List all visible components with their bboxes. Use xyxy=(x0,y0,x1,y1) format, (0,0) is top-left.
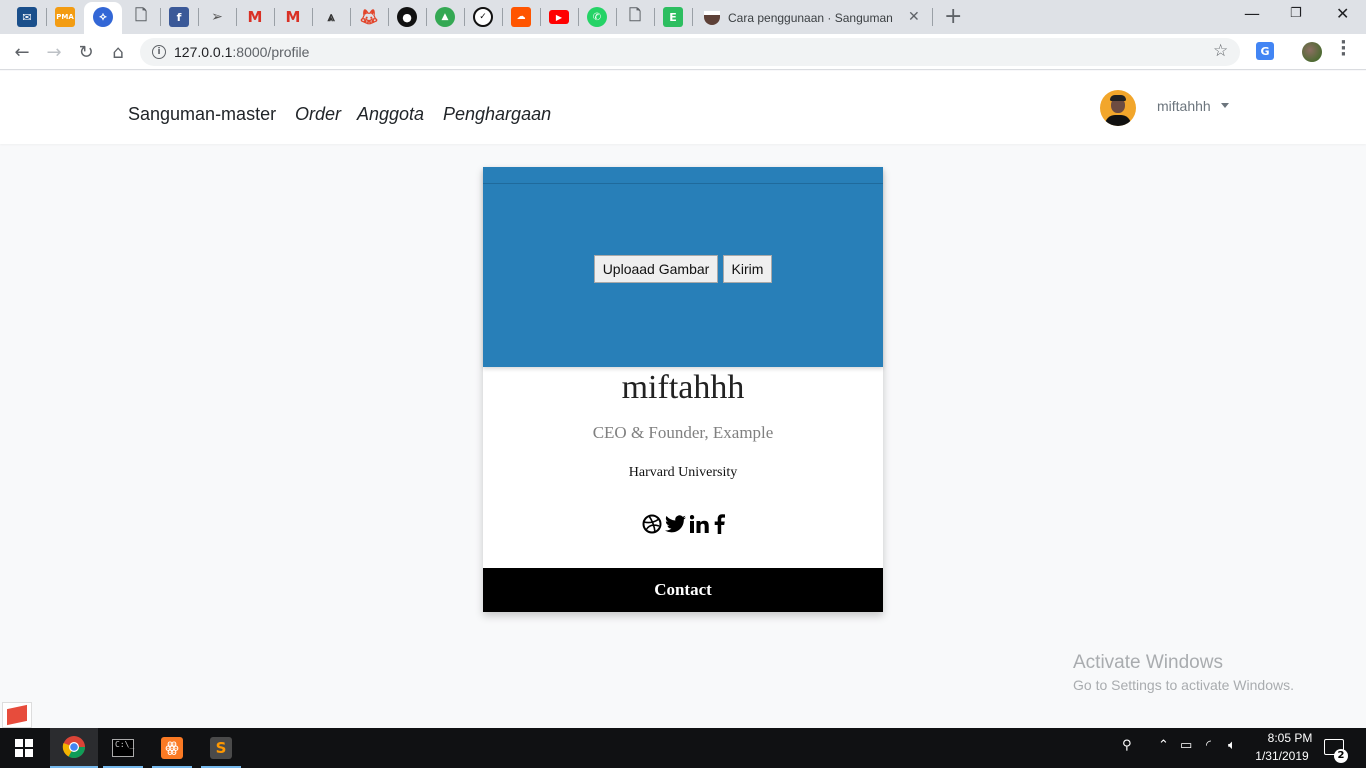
github-icon[interactable]: ● xyxy=(397,7,417,27)
profile-card: Uploaad Gambar Kirim miftahhh CEO & Foun… xyxy=(483,167,883,612)
close-icon[interactable]: ✕ xyxy=(908,9,920,25)
windows-taskbar: C:\_ ꙮ S ⚲ ⌃ ▭ ◜ 🔈︎ 8:05 PM 1/31/2019 2 xyxy=(0,728,1366,768)
facebook-icon[interactable] xyxy=(712,513,726,535)
clock-date[interactable]: 1/31/2019 xyxy=(1250,749,1314,763)
restore-icon[interactable]: ❐ xyxy=(1290,6,1302,21)
whatsapp-icon[interactable]: ✆ xyxy=(587,7,607,27)
chevron-up-icon[interactable]: ⌃ xyxy=(1158,738,1169,753)
sublime-icon[interactable]: S xyxy=(197,728,245,768)
browser-toolbar: ← → ↻ ⌂ i 127.0.0.1:8000/profile ☆ G · · · xyxy=(0,34,1366,70)
social-links xyxy=(641,513,731,537)
tab-cara-penggunaan[interactable]: Cara penggunaan · Sanguman ✕ xyxy=(694,2,932,34)
volume-icon[interactable]: 🔈︎ xyxy=(1228,738,1236,753)
notification-count: 2 xyxy=(1334,749,1348,763)
new-tab-button[interactable]: + xyxy=(944,4,962,29)
user-dropdown[interactable]: miftahhh xyxy=(1157,98,1211,114)
doc-icon[interactable]: 🗋 xyxy=(625,6,645,27)
browser-profile-icon[interactable] xyxy=(1302,42,1322,62)
timer-icon[interactable]: ✓ xyxy=(473,7,493,27)
bookmark-star-icon[interactable]: ☆ xyxy=(1213,41,1228,61)
battery-icon[interactable]: ▭ xyxy=(1180,738,1192,753)
youtube-icon[interactable]: ▶ xyxy=(549,10,569,24)
close-window-icon[interactable]: ✕ xyxy=(1336,4,1349,23)
gitlab-icon[interactable]: 🦊︎ xyxy=(359,7,379,27)
nav-link-order[interactable]: Order xyxy=(295,104,341,125)
url-text: 127.0.0.1:8000/profile xyxy=(174,44,310,60)
nav-link-penghargaan[interactable]: Penghargaan xyxy=(443,104,551,125)
facebook-icon[interactable]: f xyxy=(169,7,189,27)
profile-name: miftahhh xyxy=(621,369,745,406)
altair-icon[interactable]: ⩓ xyxy=(321,7,341,27)
caret-down-icon[interactable] xyxy=(1221,103,1229,108)
send-icon[interactable]: ➢ xyxy=(207,7,227,27)
site-navbar: Sanguman-master Order Anggota Penghargaa… xyxy=(0,71,1366,144)
chromium-icon[interactable]: ⟡ xyxy=(93,7,113,27)
laravel-debug-icon[interactable] xyxy=(2,702,32,728)
wifi-icon[interactable]: ◜ xyxy=(1206,738,1211,753)
evernote-icon[interactable]: E xyxy=(663,7,683,27)
clock-time[interactable]: 8:05 PM xyxy=(1258,731,1322,745)
windows-start-icon[interactable] xyxy=(0,728,48,768)
linkedin-icon[interactable] xyxy=(688,513,710,535)
phpmyadmin-icon[interactable]: PMA xyxy=(55,7,75,27)
chrome-icon[interactable] xyxy=(50,728,98,768)
mail-icon[interactable]: ✉ xyxy=(17,7,37,27)
people-icon[interactable]: ⚲ xyxy=(1122,738,1132,753)
twitter-icon[interactable] xyxy=(664,513,686,535)
navbar-brand[interactable]: Sanguman-master xyxy=(128,104,276,125)
reload-icon[interactable]: ↻ xyxy=(74,40,98,64)
contact-button[interactable]: Contact xyxy=(483,568,883,612)
activate-windows-title: Activate Windows xyxy=(1073,652,1223,673)
upload-image-button[interactable]: Uploaad Gambar xyxy=(594,255,718,283)
tab-title: Cara penggunaan · Sanguman xyxy=(728,11,893,25)
gmail-icon[interactable]: M xyxy=(245,7,265,27)
gmail-icon[interactable]: M xyxy=(283,7,303,27)
dribbble-icon[interactable] xyxy=(641,513,663,535)
info-icon[interactable]: i xyxy=(152,45,166,59)
terminal-icon[interactable]: C:\_ xyxy=(99,728,147,768)
cover-image: Uploaad Gambar Kirim xyxy=(483,167,883,367)
profile-title: CEO & Founder, Example xyxy=(592,423,774,442)
soundcloud-icon[interactable]: ☁ xyxy=(511,7,531,27)
coffee-cup-icon xyxy=(704,11,720,25)
doc-icon[interactable]: 🗋 xyxy=(131,6,151,27)
xampp-icon[interactable]: ꙮ xyxy=(148,728,196,768)
back-icon[interactable]: ← xyxy=(10,40,34,64)
address-bar[interactable]: i 127.0.0.1:8000/profile xyxy=(140,38,1240,66)
translate-icon[interactable]: G xyxy=(1256,42,1274,60)
minimize-icon[interactable]: — xyxy=(1244,4,1260,23)
browser-tab-strip: ✉ PMA ⟡ 🗋 f ➢ M M ⩓ 🦊︎ ● ▲ ✓ ☁ ▶ ✆ 🗋 E C… xyxy=(0,0,1366,34)
avatar[interactable] xyxy=(1100,90,1136,126)
send-button[interactable]: Kirim xyxy=(723,255,772,283)
profile-organization: Harvard University xyxy=(628,465,738,480)
nav-link-anggota[interactable]: Anggota xyxy=(357,104,424,125)
map-icon[interactable]: ▲ xyxy=(435,7,455,27)
activate-windows-subtitle: Go to Settings to activate Windows. xyxy=(1073,677,1294,693)
menu-icon[interactable]: · · · xyxy=(1340,34,1347,64)
forward-icon[interactable]: → xyxy=(42,40,66,64)
home-icon[interactable]: ⌂ xyxy=(106,40,130,64)
